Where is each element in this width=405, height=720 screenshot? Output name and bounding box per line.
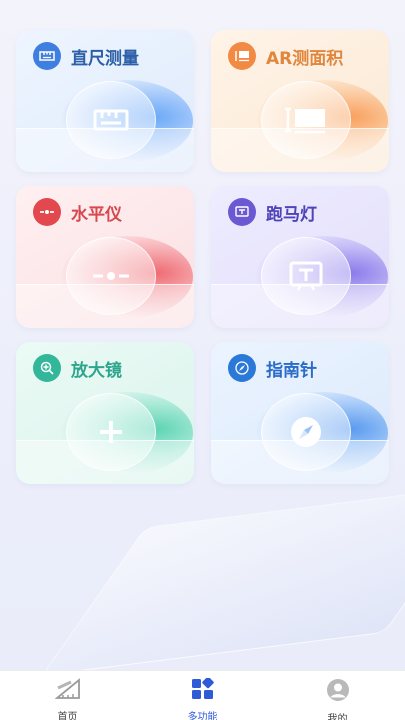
- magnifier-icon: [33, 354, 61, 382]
- card-magnifier[interactable]: 放大镜: [16, 342, 194, 484]
- ruler-icon: [33, 42, 61, 70]
- card-frost-panel: [16, 128, 194, 172]
- card-frost-panel: [16, 284, 194, 328]
- bottom-tab-bar: 首页 多功能 我的: [0, 670, 405, 720]
- tab-home[interactable]: 首页: [0, 671, 135, 720]
- card-title: 水平仪: [71, 204, 122, 225]
- tab-multifunction[interactable]: 多功能: [135, 671, 270, 720]
- tab-label: 多功能: [187, 712, 218, 720]
- ar-area-icon: [228, 42, 256, 70]
- card-spirit-level[interactable]: 水平仪: [16, 186, 194, 328]
- card-title: 放大镜: [71, 360, 122, 381]
- home-ruler-icon: [53, 678, 81, 704]
- card-frost-panel: [211, 440, 389, 484]
- card-title: 跑马灯: [266, 204, 317, 225]
- card-ruler-measure[interactable]: 直尺测量: [16, 30, 194, 172]
- card-frost-panel: [211, 128, 389, 172]
- tab-label: 我的: [327, 714, 348, 720]
- tab-label: 首页: [57, 712, 78, 720]
- level-icon: [33, 198, 61, 226]
- card-marquee[interactable]: 跑马灯: [211, 186, 389, 328]
- background-glass-decoration: [41, 484, 405, 676]
- card-ar-area[interactable]: AR测面积: [211, 30, 389, 172]
- feature-grid: 直尺测量 AR测面积 水平仪 跑马灯 放大镜 指南针: [16, 30, 389, 484]
- compass-icon: [228, 354, 256, 382]
- card-title: 指南针: [266, 360, 317, 381]
- card-title: 直尺测量: [71, 48, 139, 69]
- card-compass[interactable]: 指南针: [211, 342, 389, 484]
- grid-icon: [191, 676, 215, 704]
- tab-profile[interactable]: 我的: [270, 671, 405, 720]
- marquee-icon: [228, 198, 256, 226]
- card-frost-panel: [16, 440, 194, 484]
- profile-icon: [326, 678, 350, 706]
- card-title: AR测面积: [266, 48, 344, 69]
- card-frost-panel: [211, 284, 389, 328]
